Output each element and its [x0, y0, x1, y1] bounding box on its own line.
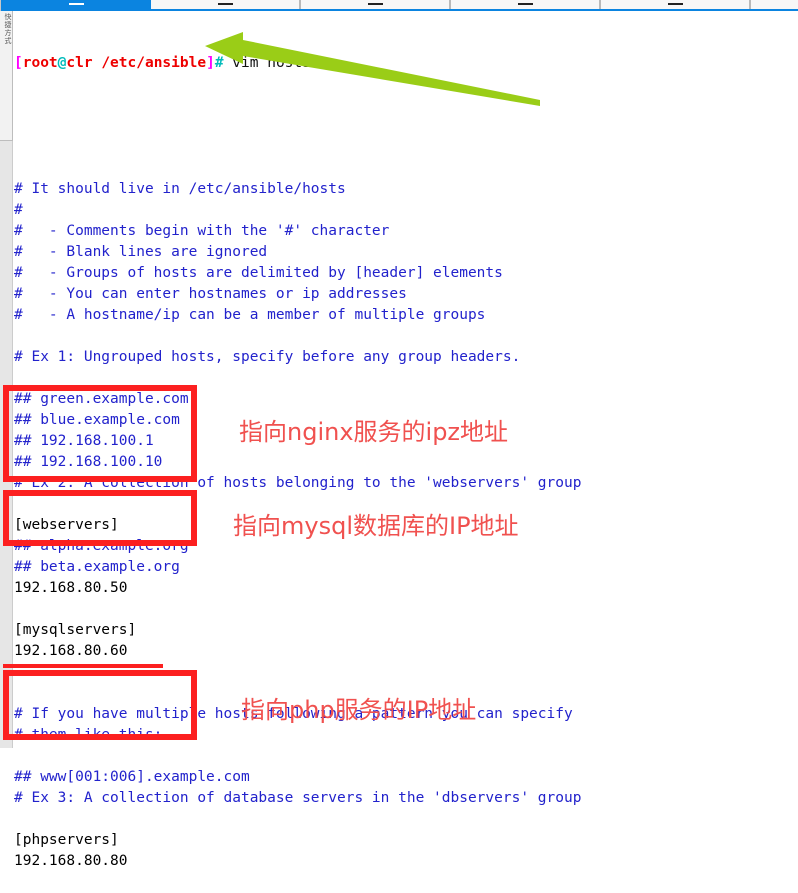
- buffer-line-text: ## alpha.example.org: [14, 538, 189, 554]
- buffer-line-text: # - You can enter hostnames or ip addres…: [14, 286, 407, 302]
- buffer-line: # - Groups of hosts are delimited by [he…: [14, 263, 798, 284]
- minimize-dash-icon: [518, 3, 533, 5]
- side-panel-label: 快捷方式: [4, 13, 12, 45]
- highlight-underline-ex3: [3, 664, 163, 668]
- buffer-line: 192.168.80.50: [14, 578, 798, 599]
- buffer-line: # Ex 3: A collection of database servers…: [14, 788, 798, 809]
- buffer-line-text: 192.168.80.50: [14, 580, 128, 596]
- buffer-line-text: [webservers]: [14, 517, 119, 533]
- buffer-line: # Ex 2: A collection of hosts belonging …: [14, 473, 798, 494]
- buffer-line: # - A hostname/ip can be a member of mul…: [14, 305, 798, 326]
- annotation-mysql-note: 指向mysql数据库的IP地址: [233, 512, 519, 540]
- buffer-line-text: #: [14, 202, 23, 218]
- prompt-close-bracket: ]: [206, 55, 215, 71]
- minimize-dash-icon: [218, 3, 233, 5]
- buffer-line: # It should live in /etc/ansible/hosts: [14, 179, 798, 200]
- minimize-dash-icon: [68, 3, 84, 5]
- buffer-line-text: # them like this:: [14, 727, 163, 743]
- buffer-line-text: ## blue.example.com: [14, 412, 180, 428]
- prompt-path: /etc/ansible: [101, 55, 207, 71]
- buffer-line-text: # - Blank lines are ignored: [14, 244, 268, 260]
- buffer-line-text: 192.168.80.60: [14, 643, 128, 659]
- buffer-line-text: # Ex 1: Ungrouped hosts, specify before …: [14, 349, 521, 365]
- buffer-line-text: ## green.example.com: [14, 391, 189, 407]
- prompt-user: root: [22, 55, 58, 71]
- buffer-line-text: # - A hostname/ip can be a member of mul…: [14, 307, 486, 323]
- prompt-hash-symbol: #: [214, 55, 224, 71]
- buffer-line: [14, 368, 798, 389]
- prompt-command: vim hosts: [223, 55, 311, 71]
- buffer-line-text: # - Groups of hosts are delimited by [he…: [14, 265, 503, 281]
- buffer-line: # - Blank lines are ignored: [14, 242, 798, 263]
- buffer-line: ## 192.168.100.10: [14, 452, 798, 473]
- collapsed-side-panel[interactable]: 快捷方式: [0, 11, 13, 141]
- buffer-line-text: [mysqlservers]: [14, 622, 137, 638]
- buffer-line: [14, 326, 798, 347]
- buffer-line-text: # Ex 2: A collection of hosts belonging …: [14, 475, 582, 491]
- buffer-line-text: ## beta.example.org: [14, 559, 180, 575]
- buffer-line: 192.168.80.60: [14, 641, 798, 662]
- buffer-line-text: ## www[001:006].example.com: [14, 769, 250, 785]
- buffer-line: 192.168.80.80: [14, 851, 798, 872]
- buffer-line-text: # - Comments begin with the '#' characte…: [14, 223, 390, 239]
- buffer-line: # Ex 1: Ungrouped hosts, specify before …: [14, 347, 798, 368]
- annotation-nginx-note: 指向nginx服务的ipz地址: [239, 418, 509, 446]
- buffer-line: [phpservers]: [14, 830, 798, 851]
- buffer-line: # them like this:: [14, 725, 798, 746]
- shell-prompt-line: [root@clr /etc/ansible]# vim hosts: [14, 53, 798, 74]
- buffer-line: [14, 599, 798, 620]
- buffer-line-text: ## 192.168.100.10: [14, 454, 163, 470]
- buffer-line: ## beta.example.org: [14, 557, 798, 578]
- buffer-line: [14, 809, 798, 830]
- minimize-dash-icon: [368, 3, 383, 5]
- buffer-line-text: 192.168.80.80: [14, 853, 128, 869]
- buffer-line: # - Comments begin with the '#' characte…: [14, 221, 798, 242]
- prompt-host: clr: [66, 55, 93, 71]
- buffer-line-text: ## 192.168.100.1: [14, 433, 154, 449]
- buffer-line: #: [14, 200, 798, 221]
- minimize-dash-icon: [668, 3, 683, 5]
- buffer-line: [mysqlservers]: [14, 620, 798, 641]
- buffer-line-text: # It should live in /etc/ansible/hosts: [14, 181, 346, 197]
- buffer-line: ## www[001:006].example.com: [14, 767, 798, 788]
- prompt-open-bracket: [: [14, 55, 23, 71]
- side-panel-gutter: [0, 141, 13, 748]
- buffer-line: ## green.example.com: [14, 389, 798, 410]
- buffer-line-text: # Ex 3: A collection of database servers…: [14, 790, 582, 806]
- buffer-line: [14, 746, 798, 767]
- buffer-line: # - You can enter hostnames or ip addres…: [14, 284, 798, 305]
- buffer-line-text: [phpservers]: [14, 832, 119, 848]
- terminal-surface[interactable]: [root@clr /etc/ansible]# vim hosts # It …: [14, 11, 798, 869]
- annotation-php-note: 指向php服务的IP地址: [241, 696, 477, 724]
